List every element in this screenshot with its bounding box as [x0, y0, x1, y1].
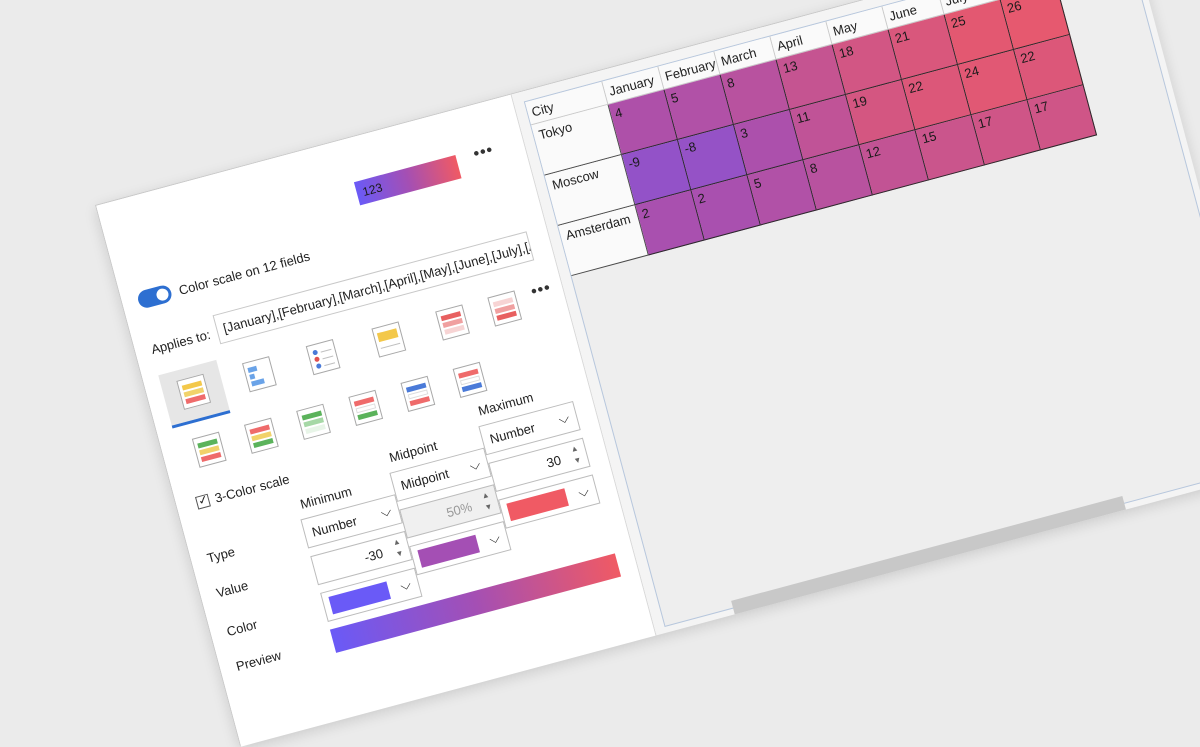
type-row-label: Type	[205, 543, 237, 566]
chevron-down-icon: ⌵	[576, 482, 591, 501]
chevron-down-icon: ⌵	[487, 528, 502, 548]
horizontal-scrollbar[interactable]	[731, 496, 1126, 615]
rule-enabled-toggle[interactable]	[136, 283, 174, 310]
chevron-down-icon: ⌵	[556, 408, 571, 428]
minimum-value: -30	[362, 545, 385, 565]
more-options-icon[interactable]: •••	[472, 141, 496, 164]
applies-to-label: Applies to:	[149, 326, 212, 358]
red-white-scale-icon[interactable]	[487, 290, 523, 327]
red-white-blue-scale-icon[interactable]	[452, 361, 488, 399]
red-white-scale-icon[interactable]	[435, 304, 470, 341]
red-white-green-scale-icon[interactable]	[348, 389, 384, 426]
maximum-type-value: Number	[488, 420, 537, 447]
chevron-down-icon: ⌵	[378, 502, 394, 521]
color-scale-preview-badge: 123	[353, 155, 462, 206]
highlight-rule-icon[interactable]	[371, 321, 407, 358]
blue-white-red-scale-icon[interactable]	[400, 375, 436, 412]
stage: 123 ••• Color scale on 12 fields Applies…	[0, 0, 1200, 747]
icon-set-icon[interactable]	[305, 339, 341, 376]
maximum-value: 30	[544, 452, 563, 471]
stepper-arrows-icon[interactable]: ▲ ▼	[569, 442, 583, 467]
green-white-scale-icon[interactable]	[296, 403, 331, 440]
chevron-down-icon: ⌵	[398, 575, 413, 594]
minimum-type-value: Number	[310, 513, 359, 540]
data-bar-icon[interactable]	[241, 356, 277, 393]
green-yellow-red-scale-icon[interactable]	[191, 431, 227, 468]
three-color-label: 3-Color scale	[213, 471, 291, 506]
three-color-scale-option[interactable]: 3-Color scale	[195, 471, 291, 510]
maximum-color-swatch	[506, 488, 569, 522]
midpoint-color-swatch	[417, 534, 480, 568]
chevron-down-icon: ⌵	[467, 455, 483, 474]
midpoint-type-value: Midpoint	[399, 465, 451, 494]
stepper-arrows-icon: ▲ ▼	[480, 489, 494, 513]
minimum-color-swatch	[328, 581, 392, 615]
red-yellow-green-scale-icon[interactable]	[243, 417, 279, 454]
rule-label: Color scale on 12 fields	[176, 247, 312, 298]
conditional-format-window: 123 ••• Color scale on 12 fields Applies…	[95, 0, 1200, 747]
stepper-arrows-icon[interactable]: ▲ ▼	[391, 536, 405, 561]
grid-cells-container: CityJanuaryFebruaryMarchAprilMayJuneJuly…	[525, 0, 1126, 277]
more-styles-icon[interactable]: •••	[529, 279, 553, 302]
midpoint-value: 50%	[444, 498, 474, 521]
value-row-label: Value	[214, 577, 250, 601]
three-color-checkbox[interactable]	[195, 493, 211, 510]
preview-row-label: Preview	[234, 647, 283, 674]
toggle-knob	[155, 287, 170, 302]
color-row-label: Color	[225, 616, 259, 640]
